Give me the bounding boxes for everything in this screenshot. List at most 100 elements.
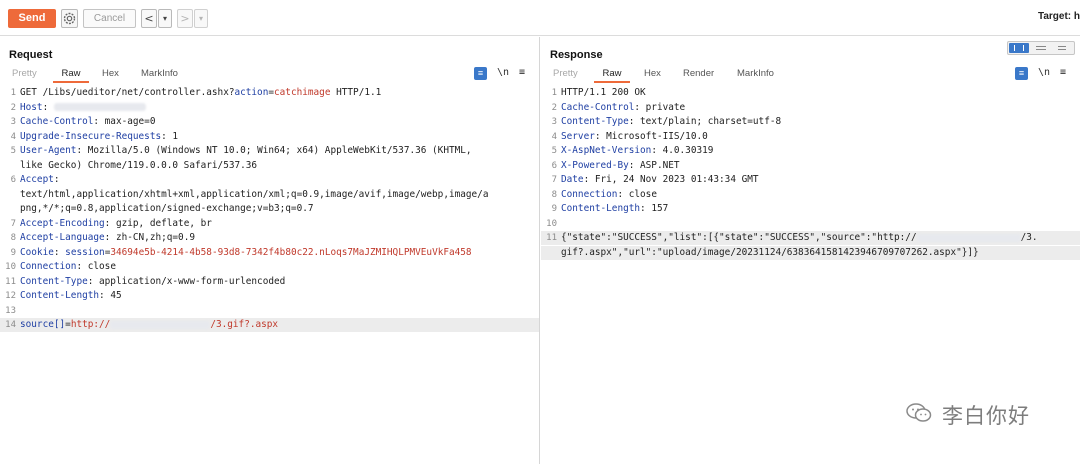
wrap-lines-icon[interactable]: ≡ <box>474 67 487 80</box>
line-number: 1 <box>551 88 557 98</box>
back-button[interactable]: < <box>141 9 157 28</box>
line-content: text/html,application/xhtml+xml,applicat… <box>20 188 488 202</box>
line-number: 11 <box>546 233 557 243</box>
code-text: : ASP.NET <box>628 159 680 171</box>
request-tab-pretty[interactable]: Pretty <box>12 67 37 83</box>
forward-history-dropdown[interactable]: ▾ <box>194 9 208 28</box>
request-line: 13 <box>0 304 539 318</box>
header-name: Host <box>20 101 43 113</box>
layout-tabs-button[interactable] <box>1053 43 1073 53</box>
code-text: : <box>42 101 54 113</box>
header-name: Server <box>561 130 595 142</box>
settings-button[interactable] <box>61 9 78 28</box>
send-button[interactable]: Send <box>8 9 56 28</box>
header-name: Accept-Encoding <box>20 217 105 229</box>
line-number: 7 <box>551 175 557 185</box>
code-text: : application/x-www-form-urlencoded <box>87 275 286 287</box>
header-name: Connection <box>20 261 77 272</box>
header-name: Cookie <box>20 246 54 258</box>
line-content: Content-Type: application/x-www-form-url… <box>20 275 285 289</box>
line-content: Content-Length: 157 <box>561 202 668 216</box>
wrap-lines-icon[interactable]: ≡ <box>1015 67 1028 80</box>
header-name: Accept-Language <box>20 232 105 243</box>
redacted-value <box>916 233 1021 242</box>
code-text: gif?.aspx","url":"upload/image/20231124/… <box>561 246 979 258</box>
request-editor[interactable]: 1 GET /Libs/ueditor/net/controller.ashx?a… <box>0 86 539 464</box>
line-number: 7 <box>10 218 16 229</box>
header-name: Content-Length <box>20 290 100 301</box>
layout-top-bottom-button[interactable] <box>1031 43 1051 53</box>
code-text: : text/plain; charset=utf-8 <box>628 116 782 127</box>
line-number: 11 <box>5 276 16 287</box>
line-number: 4 <box>10 131 16 142</box>
line-content: Accept-Language: zh-CN,zh;q=0.9 <box>20 231 195 245</box>
request-line: 2 Host: <box>0 101 539 115</box>
response-menu-icon[interactable]: ≡ <box>1060 67 1066 78</box>
response-line: 2 Cache-Control: private <box>541 101 1080 115</box>
request-line: like Gecko) Chrome/119.0.0.0 Safari/537.… <box>0 159 539 173</box>
response-line: 9 Content-Length: 157 <box>541 202 1080 216</box>
forward-button[interactable]: > <box>177 9 193 28</box>
response-tab-pretty[interactable]: Pretty <box>553 67 578 83</box>
line-number: 3 <box>551 117 557 127</box>
response-line: 11 {"state":"SUCCESS","list":[{"state":"S… <box>541 231 1080 245</box>
param-name: action <box>234 87 269 98</box>
request-line: 10 Connection: close <box>0 260 539 274</box>
header-name: session <box>65 246 105 258</box>
response-line: 5 X-AspNet-Version: 4.0.30319 <box>541 144 1080 158</box>
response-tab-hex[interactable]: Hex <box>644 67 661 83</box>
line-number: 6 <box>551 160 557 171</box>
code-text: {"state":"SUCCESS","list":[{"state":"SUC… <box>561 232 917 243</box>
code-text: : private <box>634 101 686 113</box>
line-number: 5 <box>10 146 16 156</box>
line-content: like Gecko) Chrome/119.0.0.0 Safari/537.… <box>20 159 257 173</box>
redacted-value <box>53 103 146 111</box>
request-tabs: Pretty Raw Hex MarkInfo <box>0 67 539 83</box>
line-number: 8 <box>10 233 16 243</box>
request-menu-icon[interactable]: ≡ <box>519 67 525 78</box>
request-tab-hex[interactable]: Hex <box>102 67 119 83</box>
code-text: : <box>53 174 60 185</box>
line-number: 4 <box>551 131 557 142</box>
show-newlines-icon[interactable]: \n <box>497 67 509 78</box>
code-text: : zh-CN,zh;q=0.9 <box>104 232 195 243</box>
header-name: Content-Length <box>561 203 641 214</box>
line-content: Content-Type: text/plain; charset=utf-8 <box>561 115 781 129</box>
line-content: Accept: <box>20 173 60 187</box>
line-content: Date: Fri, 24 Nov 2023 01:43:34 GMT <box>561 173 759 187</box>
code-text: like Gecko) Chrome/119.0.0.0 Safari/537.… <box>20 159 258 171</box>
response-tab-raw[interactable]: Raw <box>594 67 630 83</box>
line-content: HTTP/1.1 200 OK <box>561 86 646 100</box>
code-text: HTTP/1.1 200 OK <box>561 87 646 98</box>
line-content: gif?.aspx","url":"upload/image/20231124/… <box>561 246 979 260</box>
line-number: 13 <box>5 305 16 316</box>
layout-side-by-side-button[interactable] <box>1009 43 1029 53</box>
header-name: X-AspNet-Version <box>561 145 652 156</box>
response-tab-render[interactable]: Render <box>683 67 714 83</box>
request-line: text/html,application/xhtml+xml,applicat… <box>0 188 539 202</box>
line-content: Upgrade-Insecure-Requests: 1 <box>20 130 178 144</box>
back-history-dropdown[interactable]: ▾ <box>158 9 172 28</box>
header-name: Accept <box>20 174 54 185</box>
request-line: 4 Upgrade-Insecure-Requests: 1 <box>0 130 539 144</box>
layout-switch <box>1007 41 1075 55</box>
line-content: Connection: close <box>20 260 116 274</box>
response-title: Response <box>550 49 603 61</box>
header-name: X-Powered-By <box>561 159 629 171</box>
request-line: 9 Cookie: session=34694e5b-4214-4b58-93d8… <box>0 246 539 260</box>
line-content: Host: <box>20 101 146 115</box>
response-tab-markinfo[interactable]: MarkInfo <box>737 67 774 83</box>
show-newlines-icon[interactable]: \n <box>1038 67 1050 78</box>
header-name: Date <box>561 174 584 185</box>
request-tab-markinfo[interactable]: MarkInfo <box>141 67 178 83</box>
line-content: Content-Length: 45 <box>20 289 122 303</box>
cancel-button[interactable]: Cancel <box>83 9 136 28</box>
line-number: 12 <box>5 291 16 301</box>
line-content: Cache-Control: private <box>561 101 685 115</box>
request-tab-raw[interactable]: Raw <box>53 67 89 83</box>
code-text: : close <box>617 188 657 200</box>
response-line: 3 Content-Type: text/plain; charset=utf-8 <box>541 115 1080 129</box>
header-name: User-Agent <box>20 145 77 156</box>
line-number: 9 <box>10 247 16 258</box>
line-content: Connection: close <box>561 188 657 202</box>
